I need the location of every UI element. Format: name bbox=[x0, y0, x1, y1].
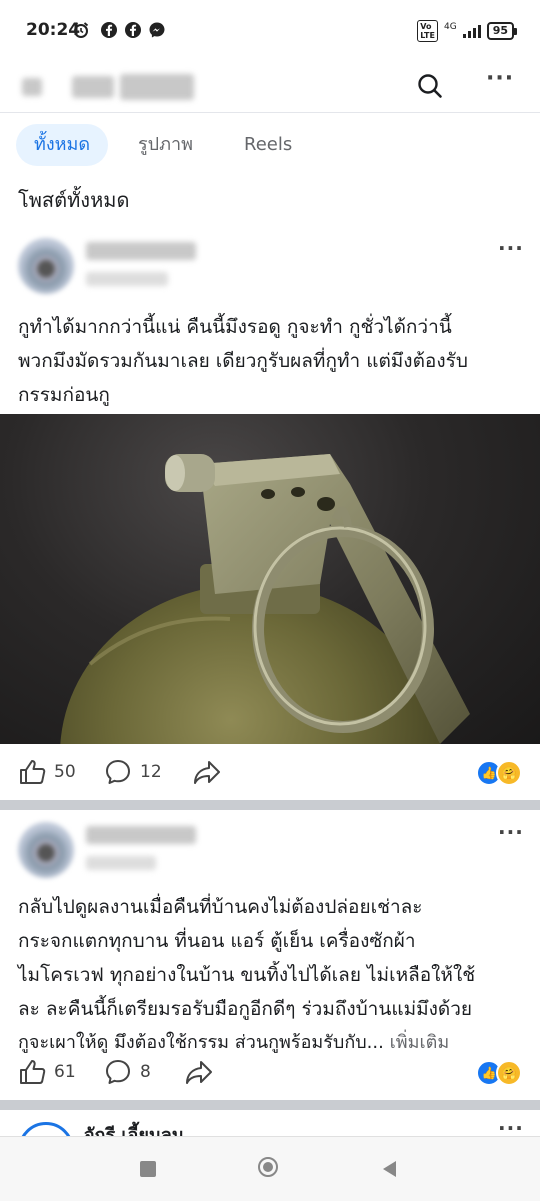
post-menu-icon[interactable]: ··· bbox=[498, 1116, 524, 1134]
post-text-line: พวกมึงมัดรวมกันมาเลย เดียวกูรับผลที่กูทำ… bbox=[18, 350, 468, 372]
share-icon[interactable] bbox=[184, 1058, 214, 1086]
facebook-icon-2 bbox=[125, 22, 141, 38]
post-text: กลับไปดูผลงานเมื่อคืนที่บ้านคงไม่ต้องปล่… bbox=[18, 890, 530, 1060]
post-text-line: กระจกแตกทุกบาน ที่นอน แอร์ ตู้เย็น เครื่… bbox=[18, 930, 416, 952]
more-options-icon[interactable]: ··· bbox=[486, 66, 514, 91]
like-button[interactable]: 50 bbox=[18, 758, 76, 786]
post-photo[interactable] bbox=[0, 414, 540, 744]
post-time-blurred bbox=[86, 272, 168, 286]
post-text-line: กูจะเผาให้ดู มึงต้องใช้กรรม ส่วนกูพร้อมร… bbox=[18, 1032, 384, 1053]
like-icon bbox=[20, 1060, 46, 1084]
comment-button[interactable]: 12 bbox=[104, 758, 162, 786]
care-reaction-icon: 🤗 bbox=[496, 1060, 522, 1086]
reactions-summary[interactable]: 👍 🤗 bbox=[476, 760, 522, 786]
tab-all[interactable]: ทั้งหมด bbox=[16, 124, 109, 166]
post-text-line: กลับไปดูผลงานเมื่อคืนที่บ้านคงไม่ต้องปล่… bbox=[18, 896, 423, 918]
author-name[interactable]: จักรี เอี้ยมลม bbox=[84, 1120, 184, 1136]
post-text-line: กรรมก่อนกู bbox=[18, 384, 110, 406]
back-icon[interactable] bbox=[380, 1159, 398, 1179]
status-bar: 20:24 Vo LTE 4G 95 bbox=[0, 0, 540, 62]
messenger-icon bbox=[149, 22, 165, 38]
like-count: 61 bbox=[54, 1062, 76, 1082]
battery-level: 95 bbox=[492, 24, 508, 37]
avatar[interactable] bbox=[18, 238, 74, 294]
comment-icon bbox=[106, 760, 130, 784]
back-button[interactable] bbox=[22, 78, 42, 96]
tab-photos[interactable]: รูปภาพ bbox=[138, 124, 193, 166]
post-text-line-last: กูจะเผาให้ดู มึงต้องใช้กรรม ส่วนกูพร้อมร… bbox=[18, 1026, 530, 1060]
tab-reels[interactable]: Reels bbox=[244, 124, 292, 166]
post-text: กูทำได้มากกว่านี้แน่ คืนนี้มึงรอดู กูจะท… bbox=[18, 310, 528, 412]
alarm-icon bbox=[73, 22, 89, 38]
like-icon bbox=[20, 760, 46, 784]
signal-icon bbox=[462, 24, 481, 38]
comment-count: 8 bbox=[140, 1062, 151, 1082]
post-divider bbox=[0, 1100, 540, 1110]
care-reaction-icon: 🤗 bbox=[496, 760, 522, 786]
volte-icon: Vo LTE bbox=[417, 20, 438, 42]
post-time-blurred bbox=[86, 856, 156, 870]
post-text-line: ไมโครเวฟ ทุกอย่างในบ้าน ขนทิ้งไปได้เลย ไ… bbox=[18, 964, 476, 986]
page-name-blurred bbox=[72, 76, 114, 98]
post-menu-icon[interactable]: ··· bbox=[498, 236, 524, 260]
facebook-icon bbox=[101, 22, 117, 38]
status-indicators: Vo LTE 4G 95 bbox=[417, 20, 518, 42]
section-title: โพสต์ทั้งหมด bbox=[18, 188, 130, 212]
post-divider bbox=[0, 800, 540, 810]
comment-icon bbox=[106, 1060, 130, 1084]
grenade-image bbox=[60, 454, 470, 744]
page-header: ··· bbox=[0, 62, 540, 113]
share-icon[interactable] bbox=[192, 758, 222, 786]
recent-apps-icon[interactable] bbox=[140, 1161, 156, 1177]
comment-count: 12 bbox=[140, 762, 162, 782]
author-name-blurred[interactable] bbox=[86, 826, 196, 844]
reactions-summary[interactable]: 👍 🤗 bbox=[476, 1060, 522, 1086]
network-type: 4G bbox=[443, 22, 457, 32]
search-icon[interactable] bbox=[416, 72, 444, 100]
like-button[interactable]: 61 bbox=[18, 1058, 76, 1086]
page-name-blurred-2 bbox=[120, 74, 194, 100]
battery-icon: 95 bbox=[486, 22, 518, 40]
like-count: 50 bbox=[54, 762, 76, 782]
see-more-link[interactable]: เพิ่มเติม bbox=[390, 1032, 450, 1053]
avatar[interactable] bbox=[18, 822, 74, 878]
home-icon[interactable] bbox=[258, 1157, 278, 1177]
post-text-line: กูทำได้มากกว่านี้แน่ คืนนี้มึงรอดู กูจะท… bbox=[18, 316, 452, 338]
comment-button[interactable]: 8 bbox=[104, 1058, 151, 1086]
post-menu-icon[interactable]: ··· bbox=[498, 820, 524, 844]
post-text-line: ละ ละคืนนี้ก็เตรียมรอรับมือกูอีกดีๆ ร่วม… bbox=[18, 998, 473, 1020]
system-nav-bar bbox=[0, 1136, 540, 1201]
author-name-blurred[interactable] bbox=[86, 242, 196, 260]
